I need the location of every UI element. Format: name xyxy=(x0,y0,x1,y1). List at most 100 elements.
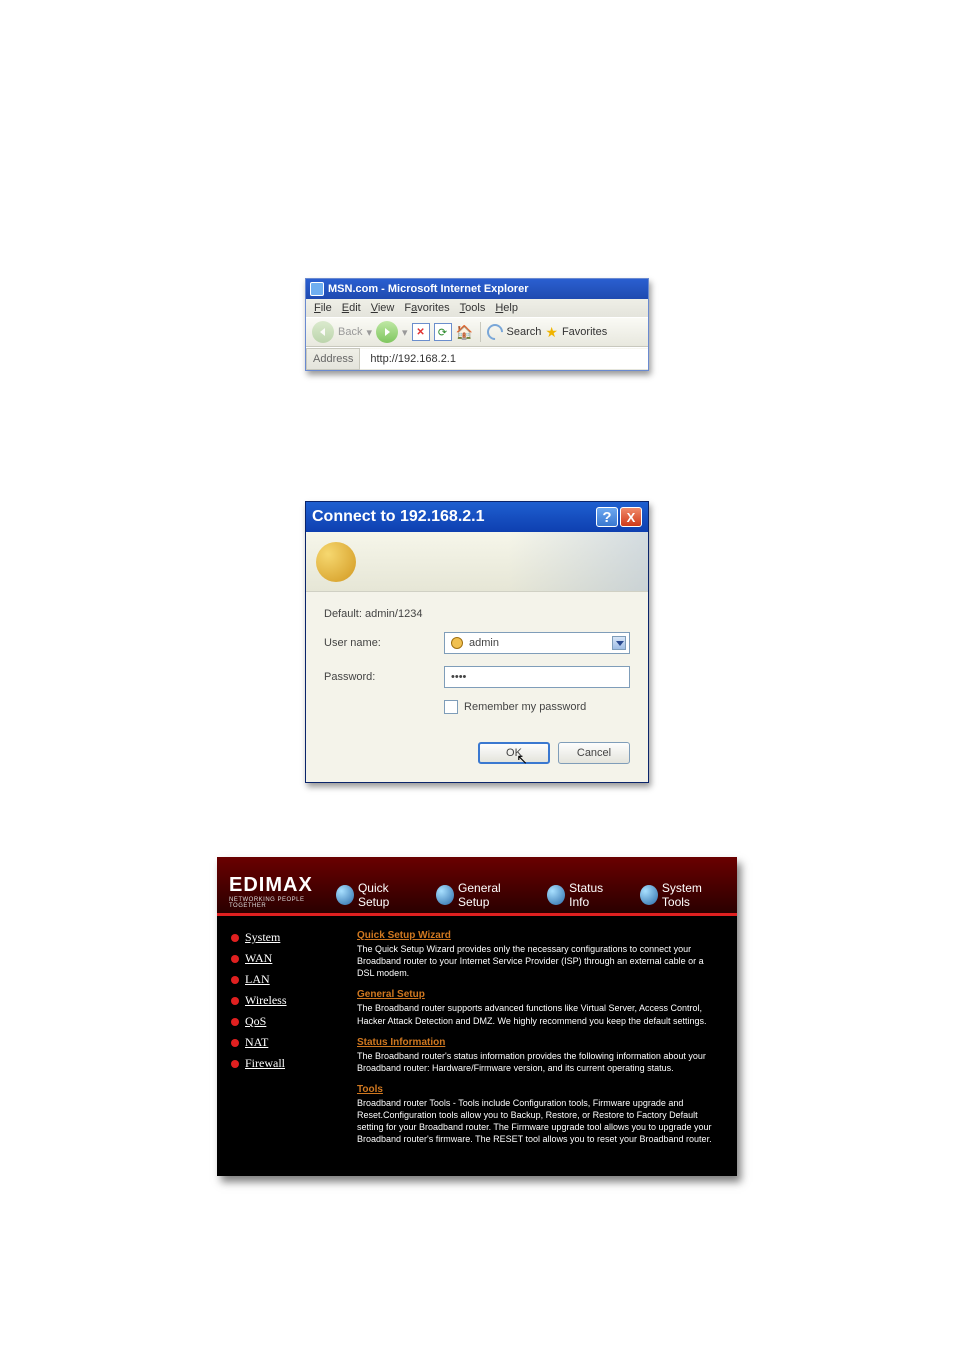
sidebar-label: System xyxy=(245,930,280,945)
section-general-setup: General Setup The Broadband router suppo… xyxy=(357,989,721,1026)
auth-realm-text: Default: admin/1234 xyxy=(324,608,630,620)
tab-quick-setup[interactable]: Quick Setup xyxy=(336,881,418,909)
sidebar-item-wan[interactable]: WAN xyxy=(231,951,357,966)
router-main: Quick Setup Wizard The Quick Setup Wizar… xyxy=(357,916,737,1176)
remember-label[interactable]: Remember my password xyxy=(464,701,586,713)
search-icon[interactable] xyxy=(483,321,506,344)
ie-toolbar: Back ▾ ▾ ✕ ⟳ 🏠 Search ★ Favorites xyxy=(306,317,648,347)
menu-file[interactable]: File xyxy=(314,302,332,314)
menu-edit[interactable]: Edit xyxy=(342,302,361,314)
section-body: The Broadband router supports advanced f… xyxy=(357,1002,721,1026)
password-value: •••• xyxy=(451,671,466,683)
router-tabs: Quick Setup General Setup Status Info Sy… xyxy=(336,881,727,909)
back-label: Back xyxy=(338,326,362,338)
sidebar-item-nat[interactable]: NAT xyxy=(231,1035,357,1050)
section-title[interactable]: Status Information xyxy=(357,1037,721,1048)
stop-button[interactable]: ✕ xyxy=(412,323,430,341)
section-title[interactable]: Tools xyxy=(357,1084,721,1095)
password-input[interactable]: •••• xyxy=(444,666,630,688)
menu-help[interactable]: Help xyxy=(495,302,518,314)
sidebar-item-lan[interactable]: LAN xyxy=(231,972,357,987)
sidebar-item-wireless[interactable]: Wireless xyxy=(231,993,357,1008)
password-label: Password: xyxy=(324,671,444,683)
auth-titlebar: Connect to 192.168.2.1 ? X xyxy=(306,502,648,532)
username-value: admin xyxy=(469,637,499,649)
section-title[interactable]: General Setup xyxy=(357,989,721,1000)
globe-icon xyxy=(640,885,658,905)
sidebar-item-firewall[interactable]: Firewall xyxy=(231,1056,357,1071)
menu-favorites[interactable]: Favorites xyxy=(404,302,449,314)
back-chevron-icon[interactable]: ▾ xyxy=(366,326,372,339)
ie-menu-bar: File Edit View Favorites Tools Help xyxy=(306,299,648,317)
sidebar-label: Firewall xyxy=(245,1056,285,1071)
remember-checkbox[interactable] xyxy=(444,700,458,714)
cancel-button[interactable]: Cancel xyxy=(558,742,630,764)
ie-browser-window: MSN.com - Microsoft Internet Explorer Fi… xyxy=(305,278,649,371)
section-title[interactable]: Quick Setup Wizard xyxy=(357,930,721,941)
auth-banner xyxy=(306,532,648,592)
bullet-icon xyxy=(231,934,239,942)
username-input[interactable]: admin xyxy=(444,632,630,654)
refresh-button[interactable]: ⟳ xyxy=(434,323,452,341)
ok-button[interactable]: OK ↖ xyxy=(478,742,550,764)
section-body: The Broadband router's status informatio… xyxy=(357,1050,721,1074)
router-header: EDIMAX NETWORKING PEOPLE TOGETHER Quick … xyxy=(217,857,737,913)
tab-general-label: General Setup xyxy=(458,881,529,909)
router-sidebar: System WAN LAN Wireless QoS NAT Firewall xyxy=(217,916,357,1176)
sidebar-label: NAT xyxy=(245,1035,268,1050)
logo-tagline: NETWORKING PEOPLE TOGETHER xyxy=(229,897,336,909)
section-status-info: Status Information The Broadband router'… xyxy=(357,1037,721,1074)
ie-title-text: MSN.com - Microsoft Internet Explorer xyxy=(328,283,528,295)
search-label[interactable]: Search xyxy=(507,326,542,338)
bullet-icon xyxy=(231,1060,239,1068)
bullet-icon xyxy=(231,997,239,1005)
back-button[interactable] xyxy=(312,321,334,343)
ie-address-bar: Address http://192.168.2.1 xyxy=(306,347,648,370)
globe-icon xyxy=(547,885,565,905)
tab-tools-label: System Tools xyxy=(662,881,727,909)
sidebar-item-qos[interactable]: QoS xyxy=(231,1014,357,1029)
bullet-icon xyxy=(231,976,239,984)
menu-tools[interactable]: Tools xyxy=(460,302,486,314)
home-button[interactable]: 🏠 xyxy=(456,323,474,341)
username-dropdown-icon[interactable] xyxy=(612,636,626,650)
close-button[interactable]: X xyxy=(620,507,642,527)
address-input[interactable]: http://192.168.2.1 xyxy=(360,349,648,369)
username-label: User name: xyxy=(324,637,444,649)
tab-system-tools[interactable]: System Tools xyxy=(640,881,727,909)
router-body: System WAN LAN Wireless QoS NAT Firewall… xyxy=(217,916,737,1176)
sidebar-label: QoS xyxy=(245,1014,266,1029)
ie-logo-icon xyxy=(310,282,324,296)
help-button[interactable]: ? xyxy=(596,507,618,527)
bullet-icon xyxy=(231,1039,239,1047)
auth-body: Default: admin/1234 User name: admin Pas… xyxy=(306,592,648,782)
tab-quick-label: Quick Setup xyxy=(358,881,418,909)
favorites-star-icon[interactable]: ★ xyxy=(545,324,558,341)
sidebar-label: Wireless xyxy=(245,993,287,1008)
ie-titlebar: MSN.com - Microsoft Internet Explorer xyxy=(306,279,648,299)
forward-chevron-icon[interactable]: ▾ xyxy=(402,326,408,339)
tab-status-info[interactable]: Status Info xyxy=(547,881,622,909)
cancel-label: Cancel xyxy=(577,747,611,759)
sidebar-item-system[interactable]: System xyxy=(231,930,357,945)
toolbar-separator xyxy=(480,322,481,342)
forward-button[interactable] xyxy=(376,321,398,343)
section-quick-setup: Quick Setup Wizard The Quick Setup Wizar… xyxy=(357,930,721,979)
favorites-label[interactable]: Favorites xyxy=(562,326,607,338)
globe-icon xyxy=(336,885,354,905)
cursor-icon: ↖ xyxy=(516,751,528,768)
section-body: Broadband router Tools - Tools include C… xyxy=(357,1097,721,1146)
user-icon xyxy=(451,637,463,649)
section-body: The Quick Setup Wizard provides only the… xyxy=(357,943,721,979)
bullet-icon xyxy=(231,955,239,963)
sidebar-label: WAN xyxy=(245,951,272,966)
globe-icon xyxy=(436,885,454,905)
tab-general-setup[interactable]: General Setup xyxy=(436,881,529,909)
bullet-icon xyxy=(231,1018,239,1026)
menu-view[interactable]: View xyxy=(371,302,395,314)
sidebar-label: LAN xyxy=(245,972,270,987)
auth-dialog: Connect to 192.168.2.1 ? X Default: admi… xyxy=(305,501,649,783)
tab-status-label: Status Info xyxy=(569,881,621,909)
banner-background xyxy=(508,532,648,591)
auth-title-text: Connect to 192.168.2.1 xyxy=(312,508,485,526)
